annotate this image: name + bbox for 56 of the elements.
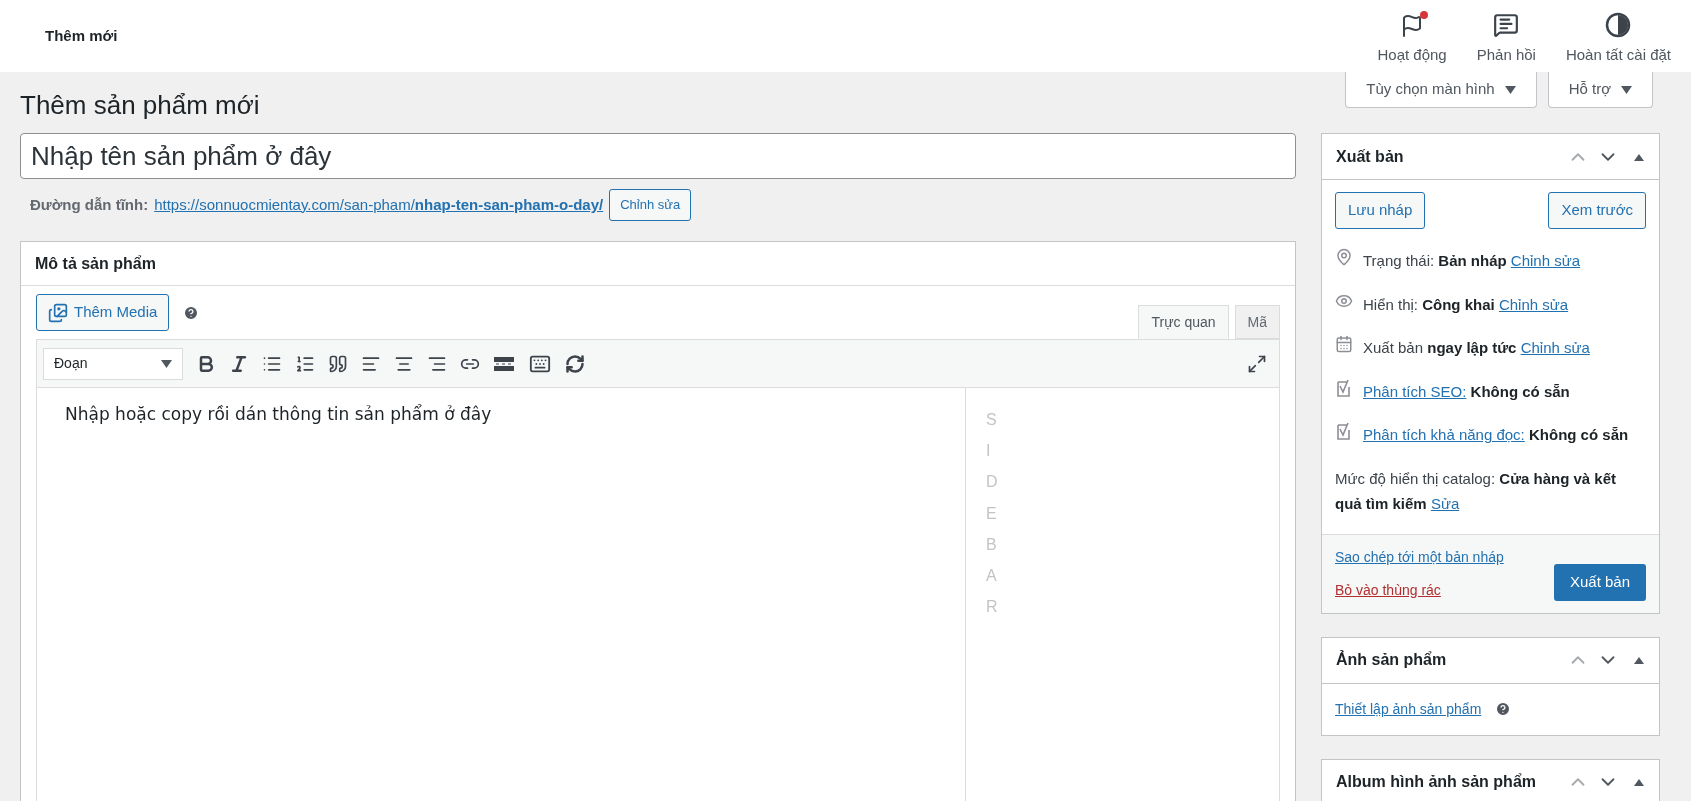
page-title: Thêm sản phẩm mới xyxy=(20,89,260,122)
pin-icon xyxy=(1335,248,1353,266)
help-icon[interactable] xyxy=(183,304,200,321)
edit-link[interactable]: Chỉnh sửa xyxy=(1498,295,1569,313)
caret-icon xyxy=(1504,85,1516,94)
half-circle-icon xyxy=(1605,11,1632,38)
permalink-url[interactable]: https://sonnuocmientay.com/san-pham/nhap-ten-san-pham-o-day/ xyxy=(154,193,604,217)
publish-info: Phân tích SEO: Không có sẵn xyxy=(1363,381,1570,402)
page-heading: Thêm mới xyxy=(45,25,118,46)
screen-tab[interactable]: Hỗ trợ xyxy=(1547,72,1653,108)
help-icon[interactable] xyxy=(1495,701,1512,717)
permalink-label: Đường dẫn tĩnh: xyxy=(30,194,149,215)
screen-tab[interactable]: Tùy chọn màn hình xyxy=(1345,72,1537,108)
set-image-link[interactable]: Thiết lập ảnh sản phẩm xyxy=(1335,698,1482,720)
header-action[interactable]: Hoàn tất cài đặt xyxy=(1565,5,1671,67)
edit-link[interactable]: Chỉnh sửa xyxy=(1520,339,1590,356)
read-more-icon[interactable] xyxy=(493,355,515,372)
add-media-button[interactable]: Thêm Media xyxy=(36,294,170,331)
refresh-icon[interactable] xyxy=(565,353,585,374)
panel-title: Xuất bản xyxy=(1336,146,1404,167)
publish-info: Mức độ hiển thị catalog: Cửa hàng và kết quả tìm kiếm Sửa xyxy=(1335,468,1618,514)
caret-icon xyxy=(1621,85,1632,94)
editor-tab[interactable]: Mã xyxy=(1234,305,1280,339)
preview-button[interactable]: Xem trước xyxy=(1548,192,1646,229)
panel-title: Album hình ảnh sản phẩm xyxy=(1336,772,1536,792)
copy-draft-link[interactable]: Sao chép tới một bản nháp xyxy=(1335,546,1504,568)
save-draft-button[interactable]: Lưu nháp xyxy=(1335,192,1426,229)
editor-content[interactable]: Nhập hoặc copy rồi dán thông tin sản phẩm ở đây xyxy=(65,402,937,428)
panel-title: Ảnh sản phẩm xyxy=(1336,649,1447,670)
fullscreen-icon[interactable] xyxy=(1247,353,1267,374)
edit-link[interactable]: Sửa xyxy=(1430,495,1460,512)
publish-info: Trạng thái: Bản nháp Chỉnh sửa xyxy=(1363,251,1581,271)
italic-icon[interactable] xyxy=(229,353,249,374)
collapse-icon[interactable] xyxy=(1633,777,1645,787)
calendar-icon xyxy=(1335,335,1353,353)
format-select[interactable]: Đoạn xyxy=(43,347,183,380)
media-icon xyxy=(48,302,68,323)
publish-button[interactable]: Xuất bản xyxy=(1553,563,1646,601)
publish-info: Xuất bản ngay lập tức Chỉnh sửa xyxy=(1363,338,1590,358)
publish-info: Hiển thị: Công khai Chỉnh sửa xyxy=(1363,294,1569,315)
comment-icon xyxy=(1493,11,1520,38)
edit-link[interactable]: Phân tích khả năng đọc: xyxy=(1363,426,1525,443)
header-action[interactable]: Phản hồi xyxy=(1476,5,1536,67)
collapse-icon[interactable] xyxy=(1633,655,1645,665)
header-action[interactable]: Hoạt động xyxy=(1377,7,1447,67)
edit-link[interactable]: Phân tích SEO: xyxy=(1363,382,1467,400)
caret-icon xyxy=(161,359,172,368)
trash-link[interactable]: Bỏ vào thùng rác xyxy=(1335,579,1504,601)
edit-link[interactable]: Chỉnh sửa xyxy=(1510,252,1581,269)
quote-icon[interactable] xyxy=(328,353,348,374)
publish-info: Phân tích khả năng đọc: Không có sẵn xyxy=(1363,425,1629,445)
editor-tab[interactable]: Trực quan xyxy=(1138,305,1229,339)
sidebar-label: SIDEBAR xyxy=(986,410,998,618)
edit-button[interactable]: Chỉnh sửa xyxy=(609,189,692,221)
panel-title: Mô tả sản phẩm xyxy=(35,253,156,274)
title-field[interactable]: Nhập tên sản phẩm ở đây xyxy=(20,133,1296,179)
